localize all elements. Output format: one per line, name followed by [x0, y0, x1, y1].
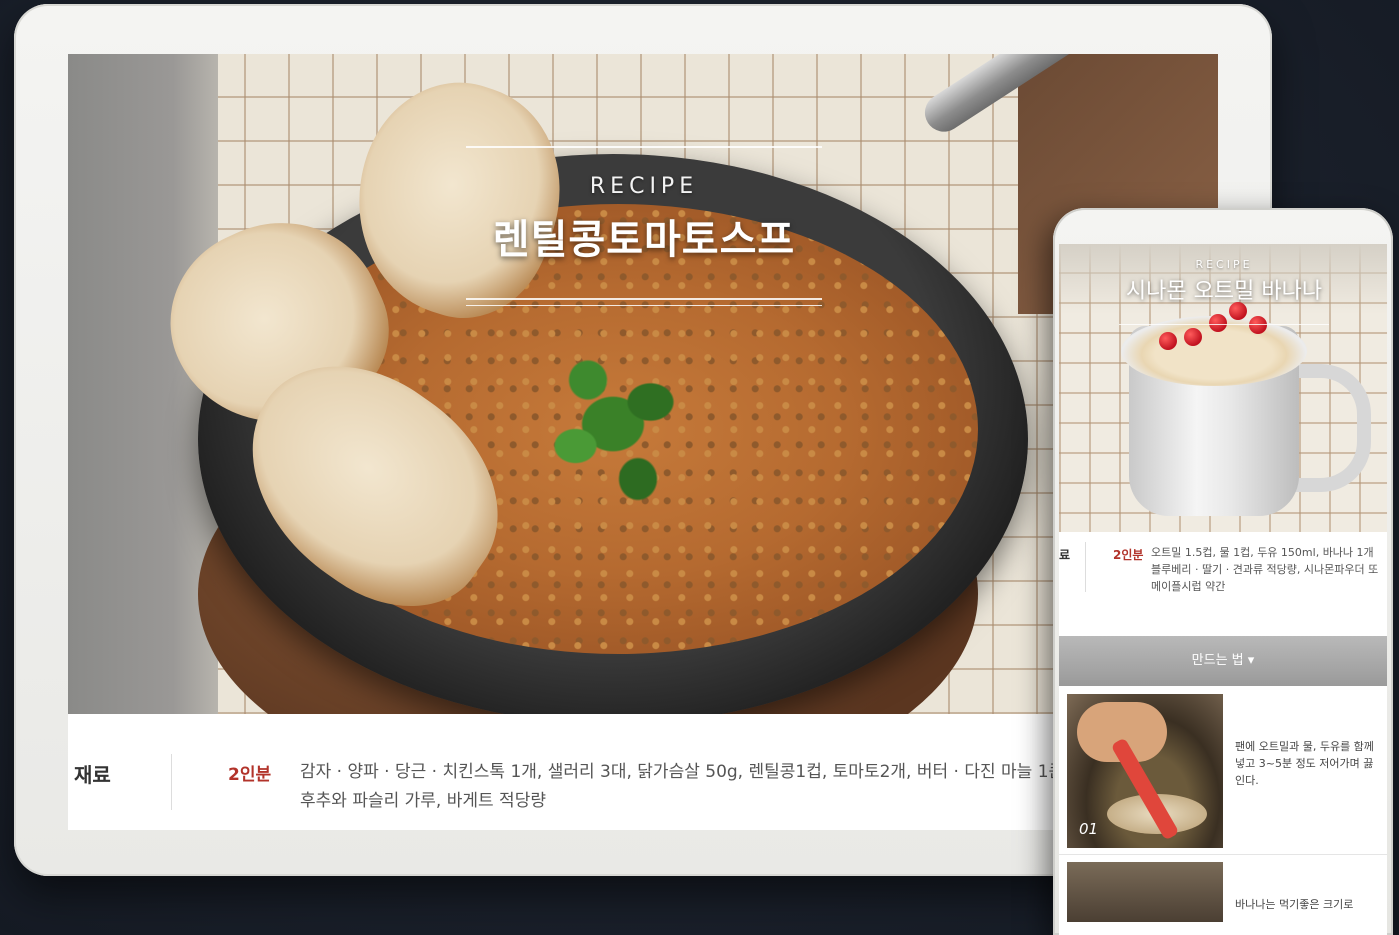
servings-label: 2인분: [228, 765, 272, 785]
recipe-label: RECIPE: [589, 174, 699, 199]
recipe-title-block: RECIPE 시나몬 오트밀 바나나: [1119, 254, 1329, 325]
tablet-screen: RECIPE 렌틸콩토마토스프 재료 2인분 감자 · 양파 · 당근 · 치킨…: [68, 54, 1218, 830]
step-text: 바나나는 먹기좋은 크기로: [1235, 898, 1354, 911]
ingredients-section: 재료 2인분 감자 · 양파 · 당근 · 치킨스톡 1개, 샐러리 3대, 닭…: [68, 714, 1218, 830]
phone-device: RECIPE 시나몬 오트밀 바나나 료 2인분 오트밀 1.5컵, 물 1컵,…: [1053, 208, 1393, 935]
parsley-garnish: [488, 314, 738, 534]
recipe-step: 바나나는 먹기좋은 크기로: [1059, 856, 1387, 935]
recipe-hero-image: RECIPE 시나몬 오트밀 바나나: [1059, 244, 1387, 532]
ingredients-label: 재료: [74, 763, 111, 787]
ingredients-list: 오트밀 1.5컵, 물 1컵, 두유 150ml, 바나나 1개 블루베리 · …: [1151, 546, 1379, 593]
step-image: 01: [1067, 694, 1223, 848]
recipe-title-block: RECIPE 렌틸콩토마토스프: [466, 146, 822, 306]
mug-handle: [1287, 364, 1371, 492]
ingredients-section: 료 2인분 오트밀 1.5컵, 물 1컵, 두유 150ml, 바나나 1개 블…: [1059, 532, 1387, 632]
step-text: 팬에 오트밀과 물, 두유를 함께 넣고 3~5분 정도 저어가며 끓인다.: [1235, 740, 1374, 787]
step-number: 01: [1079, 820, 1099, 838]
recipe-label: RECIPE: [1195, 258, 1253, 271]
recipe-title: 렌틸콩토마토스프: [492, 217, 796, 263]
servings-label: 2인분: [1113, 548, 1144, 562]
recipe-step: 01 팬에 오트밀과 물, 두유를 함께 넣고 3~5분 정도 저어가며 끓인다…: [1059, 688, 1387, 855]
strawberry: [1159, 332, 1177, 350]
phone-screen: RECIPE 시나몬 오트밀 바나나 료 2인분 오트밀 1.5컵, 물 1컵,…: [1059, 244, 1387, 935]
ingredients-label: 료: [1059, 548, 1071, 562]
recipe-hero-image: RECIPE 렌틸콩토마토스프: [68, 54, 1218, 714]
recipe-title: 시나몬 오트밀 바나나: [1125, 279, 1323, 304]
divider: [1085, 542, 1086, 592]
strawberry: [1184, 328, 1202, 346]
howto-toggle-button[interactable]: 만드는 법 ▾: [1059, 636, 1387, 686]
step-image: [1067, 862, 1223, 922]
divider: [171, 754, 172, 810]
